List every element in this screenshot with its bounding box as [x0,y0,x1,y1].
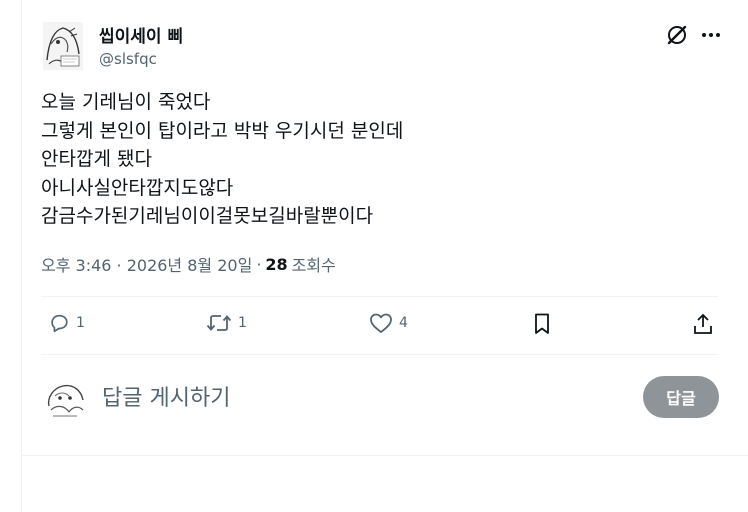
tweet-line: 그렇게 본인이 탑이라고 박박 우기시던 분인데 [41,119,404,142]
views-count: 28 [265,254,288,274]
divider-bottom [41,354,718,355]
reply-icon [51,314,68,333]
share-icon [694,313,712,334]
views-label: 조회수 [291,256,336,275]
share-button[interactable] [692,312,714,336]
ink-sketch-avatar-icon [47,384,84,417]
more-icon[interactable] [700,24,722,46]
post-reply-button[interactable]: 답글 [643,376,719,418]
like-count: 4 [399,315,408,331]
ink-sketch-avatar-icon [43,22,83,70]
like-button[interactable]: 4 [369,312,408,334]
meta-separator: · [256,254,262,274]
divider-top [41,296,718,297]
bookmark-button[interactable] [532,312,552,336]
like-icon [370,313,392,333]
tweet-line: 오늘 기레님이 죽었다 [41,91,211,113]
bookmark-icon [535,313,549,334]
current-user-avatar[interactable] [43,376,87,420]
tweet-line: 안타깝게 됐다 [41,148,152,171]
reply-count: 1 [76,315,85,331]
timestamp[interactable]: 오후 3:46 · 2026년 8월 20일 [41,252,252,276]
author-handle[interactable]: @slsfqc [99,50,157,68]
section-divider [22,455,748,456]
author-display-name[interactable]: 씹이세이 삐 [99,22,183,47]
tweet-card: 씹이세이 삐 @slsfqc 오늘 기레님이 죽었다그렇게 본인이 탑이라고 박… [21,0,748,512]
tweet-line: 아니사실안타깝지도않다 [41,176,234,199]
retweet-icon [206,315,232,331]
tweet-text: 오늘 기레님이 죽었다그렇게 본인이 탑이라고 박박 우기시던 분인데안타깝게 … [41,88,403,231]
author-avatar[interactable] [41,20,85,72]
tweet-line: 감금수가된기레님이이걸못보길바랄뿐이다 [41,205,374,228]
reply-input[interactable]: 답글 게시하기 [102,380,230,412]
retweet-button[interactable]: 1 [206,312,247,334]
grok-icon[interactable] [666,24,688,46]
reply-button[interactable]: 1 [48,312,85,334]
retweet-count: 1 [238,315,247,331]
tweet-meta: 오후 3:46 · 2026년 8월 20일 · 28 조회수 [41,252,336,276]
